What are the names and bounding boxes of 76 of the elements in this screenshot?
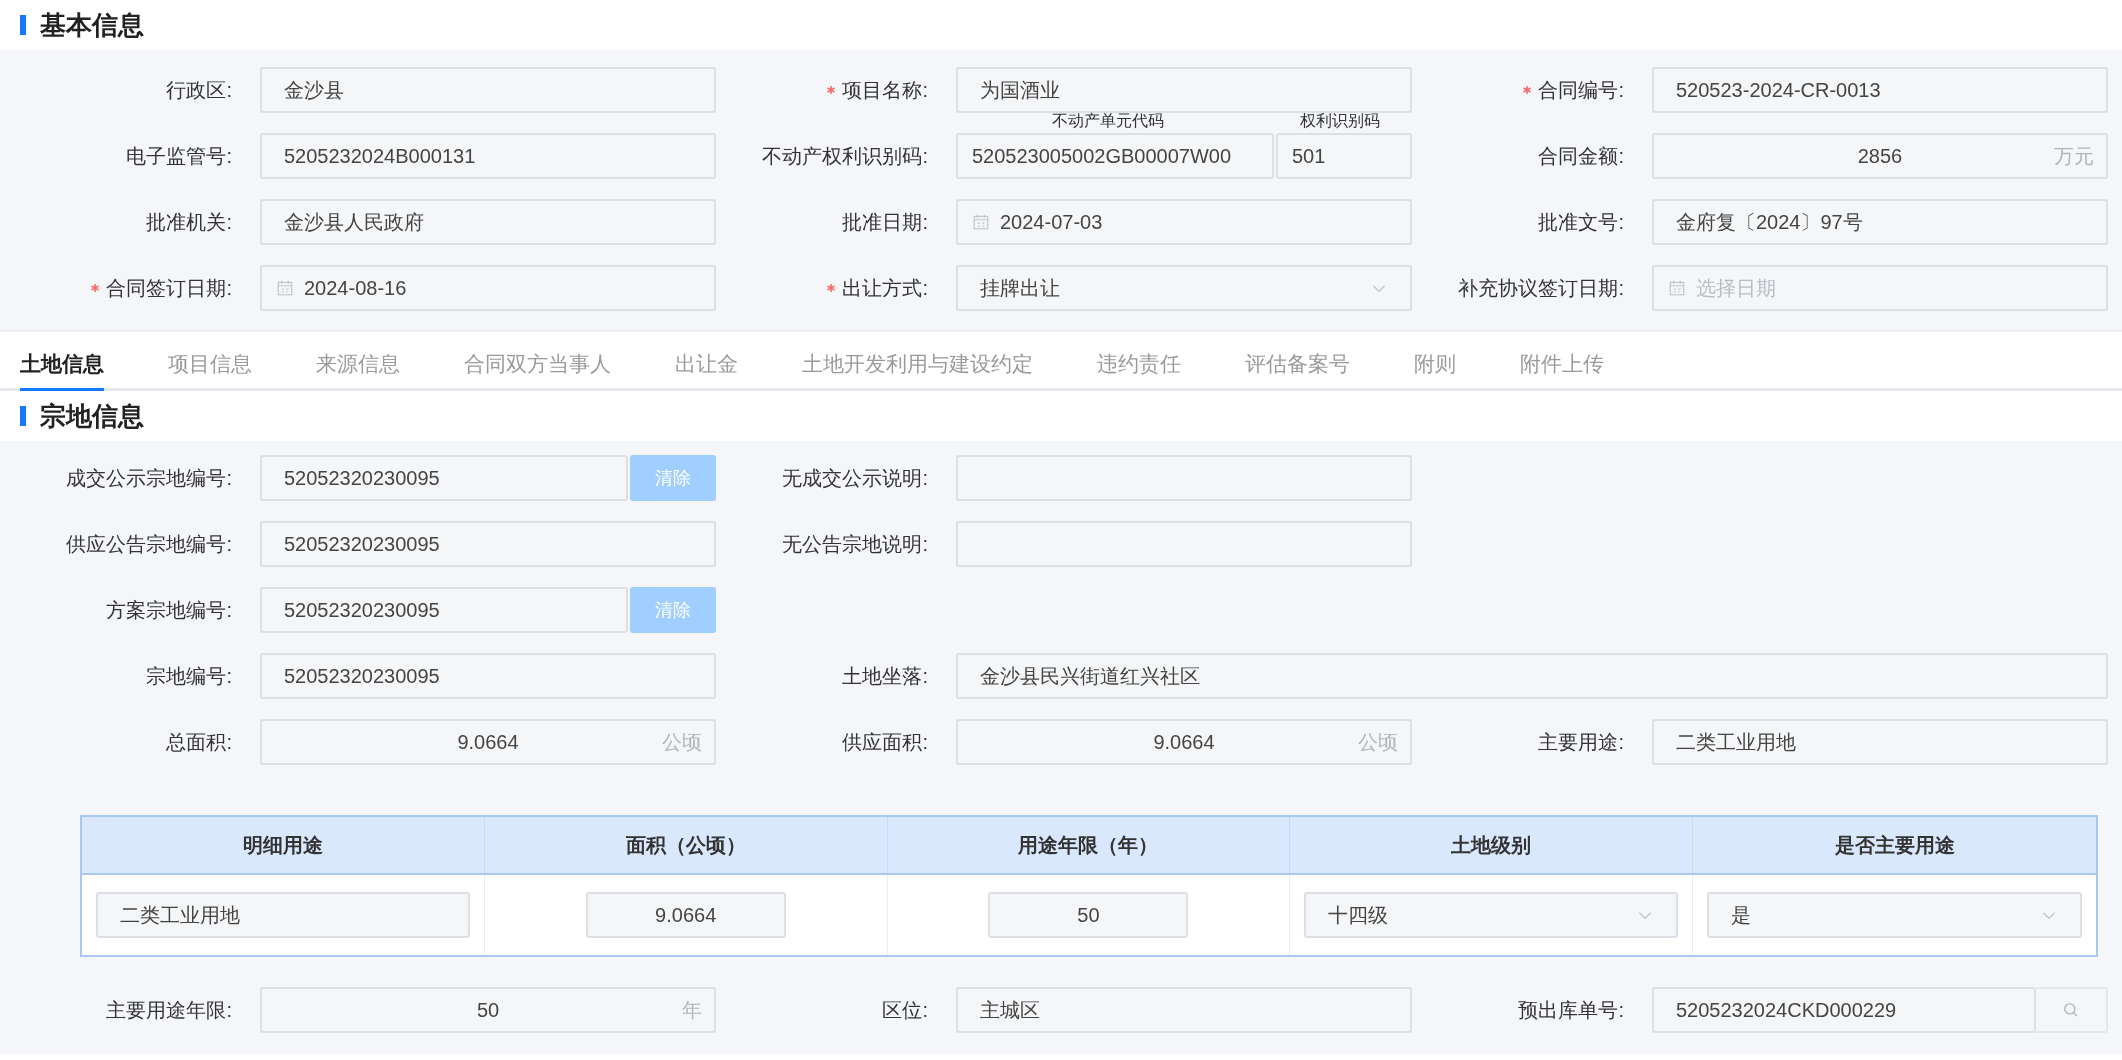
text-field[interactable]: 二类工业用地 bbox=[96, 892, 470, 938]
field-label: 电子监管号: bbox=[126, 143, 232, 169]
field-label: 无成交公示说明: bbox=[782, 465, 928, 491]
field-label: 合同编号: bbox=[1538, 77, 1624, 103]
required-icon bbox=[90, 283, 101, 293]
required-icon bbox=[1522, 85, 1533, 95]
select-field[interactable]: 十四级 bbox=[1304, 892, 1679, 938]
date-field[interactable]: 2024-08-16 bbox=[260, 265, 716, 311]
amount-field[interactable]: 2856 万元 bbox=[1652, 133, 2108, 179]
column-header: 明细用途 bbox=[82, 817, 485, 873]
text-field[interactable] bbox=[956, 455, 1412, 501]
field-label: 供应面积: bbox=[842, 729, 928, 755]
text-field[interactable]: 52052320230095 bbox=[260, 521, 716, 567]
field-label: 批准日期: bbox=[842, 209, 928, 235]
field-label: 不动产权利识别码: bbox=[762, 143, 928, 169]
field-label: 项目名称: bbox=[842, 77, 928, 103]
column-header: 面积（公顷） bbox=[484, 817, 888, 873]
required-icon bbox=[826, 283, 837, 293]
field-caption: 权利识别码 bbox=[1300, 111, 1380, 131]
text-field[interactable]: 52052320230095 bbox=[260, 455, 628, 501]
required-icon bbox=[826, 85, 837, 95]
field-label: 无公告宗地说明: bbox=[782, 531, 928, 557]
section-marker bbox=[20, 406, 26, 426]
field-label: 成交公示宗地编号: bbox=[66, 465, 232, 491]
search-icon bbox=[2062, 1001, 2080, 1019]
field-label: 出让方式: bbox=[842, 275, 928, 301]
field-label: 总面积: bbox=[166, 729, 232, 755]
field-label: 预出库单号: bbox=[1518, 997, 1624, 1023]
text-field[interactable]: 金沙县民兴街道红兴社区 bbox=[956, 653, 2108, 699]
field-label: 宗地编号: bbox=[146, 663, 232, 689]
section-title: 基本信息 bbox=[40, 8, 144, 42]
tab[interactable]: 土地信息 bbox=[20, 340, 104, 391]
calendar-icon bbox=[972, 213, 990, 231]
column-header: 用途年限（年） bbox=[887, 817, 1291, 873]
text-field[interactable]: 5205232024B000131 bbox=[260, 133, 716, 179]
field-label: 供应公告宗地编号: bbox=[66, 531, 232, 557]
date-field[interactable]: 2024-07-03 bbox=[956, 199, 1412, 245]
field-label: 主要用途: bbox=[1538, 729, 1624, 755]
select-field[interactable]: 挂牌出让 bbox=[956, 265, 1412, 311]
field-label: 批准文号: bbox=[1538, 209, 1624, 235]
number-field[interactable]: 50 bbox=[988, 892, 1189, 938]
search-button[interactable] bbox=[2036, 987, 2108, 1033]
text-field[interactable]: 501 bbox=[1276, 133, 1412, 179]
text-field[interactable]: 主城区 bbox=[956, 987, 1412, 1033]
text-field[interactable]: 520523005002GB00007W00 bbox=[956, 133, 1274, 179]
text-field[interactable]: 为国酒业 bbox=[956, 67, 1412, 113]
text-field[interactable]: 金沙县人民政府 bbox=[260, 199, 716, 245]
field-label: 合同签订日期: bbox=[106, 275, 232, 301]
field-label: 合同金额: bbox=[1538, 143, 1624, 169]
text-field[interactable]: 520523-2024-CR-0013 bbox=[1652, 67, 2108, 113]
text-field[interactable] bbox=[956, 521, 1412, 567]
field-label: 补充协议签订日期: bbox=[1458, 275, 1624, 301]
text-field[interactable]: 52052320230095 bbox=[260, 653, 716, 699]
field-label: 主要用途年限: bbox=[106, 997, 232, 1023]
field-caption: 不动产单元代码 bbox=[1052, 111, 1164, 131]
section-marker bbox=[20, 15, 26, 35]
text-field[interactable]: 5205232024CKD000229 bbox=[1652, 987, 2036, 1033]
text-field[interactable]: 52052320230095 bbox=[260, 587, 628, 633]
number-field[interactable]: 9.0664 bbox=[585, 892, 786, 938]
field-label: 批准机关: bbox=[146, 209, 232, 235]
calendar-icon bbox=[276, 279, 294, 297]
field-label: 土地坐落: bbox=[842, 663, 928, 689]
field-label: 区位: bbox=[882, 997, 928, 1023]
amount-field[interactable]: 9.0664 公顷 bbox=[260, 719, 716, 765]
calendar-icon bbox=[1668, 279, 1686, 297]
section-title: 宗地信息 bbox=[40, 399, 144, 433]
text-field[interactable]: 金府复〔2024〕97号 bbox=[1652, 199, 2108, 245]
column-header: 是否主要用途 bbox=[1833, 832, 1956, 858]
column-header: 土地级别 bbox=[1290, 817, 1694, 873]
amount-field[interactable]: 50 年 bbox=[260, 987, 716, 1033]
field-label: 行政区: bbox=[166, 77, 232, 103]
text-field[interactable]: 金沙县 bbox=[260, 67, 716, 113]
select-field[interactable]: 是 bbox=[1707, 892, 2082, 938]
field-label: 方案宗地编号: bbox=[106, 597, 232, 623]
amount-field[interactable]: 9.0664 公顷 bbox=[956, 719, 1412, 765]
text-field[interactable]: 二类工业用地 bbox=[1652, 719, 2108, 765]
